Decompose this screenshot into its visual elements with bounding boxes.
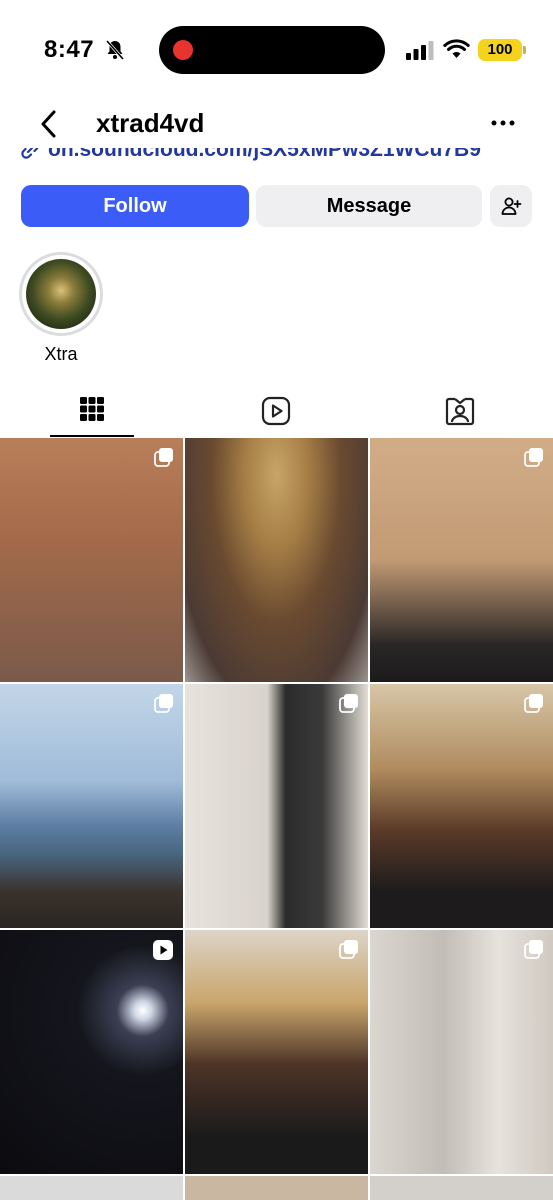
- status-bar: 8:47 100: [0, 0, 553, 100]
- recording-dot-icon: [173, 40, 193, 60]
- post-thumbnail[interactable]: [0, 1176, 183, 1200]
- post-thumbnail[interactable]: [0, 438, 183, 682]
- signal-icon: [406, 41, 434, 60]
- profile-tabs: [0, 388, 553, 438]
- carousel-icon: [154, 448, 173, 467]
- carousel-icon: [339, 694, 358, 713]
- bell-slash-icon: [105, 40, 125, 60]
- reels-icon: [261, 396, 291, 426]
- profile-header: xtrad4vd: [0, 100, 553, 148]
- post-thumbnail[interactable]: [370, 438, 553, 682]
- active-tab-indicator: [50, 435, 134, 437]
- highlight-ring: [19, 252, 103, 336]
- add-user-icon: [501, 197, 522, 215]
- post-thumbnail[interactable]: [370, 1176, 553, 1200]
- carousel-icon: [524, 940, 543, 959]
- post-thumbnail[interactable]: [185, 930, 368, 1174]
- tab-posts[interactable]: [0, 388, 184, 438]
- posts-grid: [0, 438, 553, 1200]
- carousel-icon: [524, 448, 543, 467]
- tagged-icon: [445, 397, 475, 426]
- grid-icon: [80, 397, 104, 421]
- profile-link[interactable]: on.soundcloud.com/jSX5xMPw3Z1WCu7B9: [48, 148, 481, 161]
- post-thumbnail[interactable]: [185, 1176, 368, 1200]
- carousel-icon: [524, 694, 543, 713]
- reel-indicator-icon: [153, 940, 173, 960]
- story-highlight[interactable]: Xtra: [19, 252, 103, 365]
- link-icon: [21, 148, 39, 160]
- post-thumbnail[interactable]: [185, 684, 368, 928]
- profile-username: xtrad4vd: [96, 108, 205, 138]
- post-thumbnail[interactable]: [185, 438, 368, 682]
- post-thumbnail[interactable]: [0, 930, 183, 1174]
- profile-link-row: on.soundcloud.com/jSX5xMPw3Z1WCu7B9: [20, 148, 540, 165]
- dynamic-island: [159, 26, 385, 74]
- battery-icon: 100: [478, 39, 522, 61]
- follow-button[interactable]: Follow: [21, 185, 249, 227]
- highlight-cover-image: [26, 259, 96, 329]
- post-thumbnail[interactable]: [370, 684, 553, 928]
- status-time: 8:47: [44, 36, 95, 63]
- back-icon[interactable]: [36, 108, 62, 140]
- carousel-icon: [339, 940, 358, 959]
- tab-tagged[interactable]: [368, 388, 552, 438]
- suggested-users-button[interactable]: [490, 185, 532, 227]
- post-thumbnail[interactable]: [370, 930, 553, 1174]
- highlight-label: Xtra: [44, 344, 78, 364]
- carousel-icon: [154, 694, 173, 713]
- battery-nub: [523, 46, 526, 54]
- post-thumbnail[interactable]: [0, 684, 183, 928]
- wifi-icon: [443, 39, 470, 58]
- more-icon[interactable]: [488, 114, 518, 132]
- tab-reels[interactable]: [184, 388, 368, 438]
- message-button[interactable]: Message: [256, 185, 482, 227]
